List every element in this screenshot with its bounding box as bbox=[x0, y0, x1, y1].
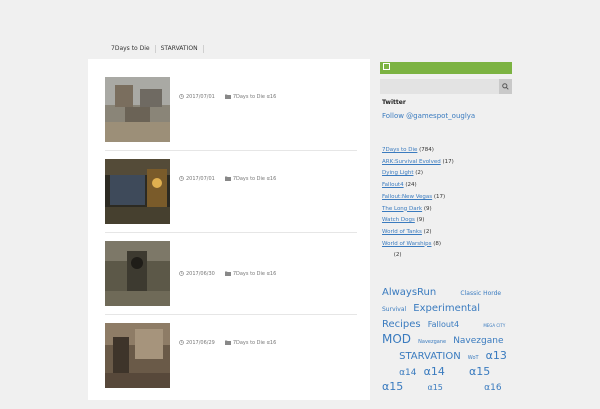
category-count: (2) bbox=[392, 252, 402, 259]
post-thumbnail[interactable] bbox=[105, 241, 170, 306]
divider bbox=[105, 232, 357, 233]
post-title[interactable] bbox=[179, 242, 357, 255]
category-item: (2) bbox=[382, 252, 402, 258]
post-thumbnail[interactable] bbox=[105, 77, 170, 142]
tag-link[interactable]: α14 bbox=[424, 365, 445, 378]
category-item: World of Tanks (2) bbox=[382, 229, 431, 235]
tag-link[interactable]: α15 bbox=[469, 365, 490, 378]
tags-heading bbox=[382, 272, 390, 279]
search-button[interactable] bbox=[499, 79, 512, 94]
category-count: (17) bbox=[432, 193, 446, 200]
post-item: 2017/06/30 7Days to Die α16 bbox=[105, 241, 357, 315]
post-excerpt bbox=[179, 280, 357, 286]
tag-link[interactable]: α14 bbox=[399, 368, 416, 378]
tag-link[interactable]: Experimental bbox=[413, 303, 480, 314]
category-item: Dying Light (2) bbox=[382, 170, 423, 176]
category-item: Watch Dogs (9) bbox=[382, 217, 424, 223]
post-item: 2017/07/01 7Days to Die α16 bbox=[105, 159, 357, 233]
category-item: Fallout:New Vegas (17) bbox=[382, 194, 445, 200]
post-date: 2017/07/01 bbox=[186, 176, 215, 182]
post-list: 2017/07/01 7Days to Die α16 2017/07/01 7Da… bbox=[88, 59, 370, 400]
post-item: 2017/07/01 7Days to Die α16 bbox=[105, 77, 357, 151]
category-count: (2) bbox=[413, 170, 424, 177]
post-date: 2017/07/01 bbox=[186, 94, 215, 100]
folder-icon bbox=[224, 94, 231, 99]
post-category[interactable]: 7Days to Die α16 bbox=[233, 176, 276, 182]
clock-icon bbox=[179, 340, 184, 345]
post-date: 2017/06/30 bbox=[186, 271, 215, 277]
widget-icon bbox=[383, 63, 390, 70]
search-widget-heading bbox=[380, 62, 512, 74]
post-excerpt bbox=[179, 103, 357, 109]
tag-link[interactable]: STARVATION bbox=[399, 351, 461, 362]
category-link[interactable]: 7Days to Die bbox=[382, 147, 417, 153]
category-link[interactable]: The Long Dark bbox=[382, 206, 422, 212]
categories-heading bbox=[382, 131, 390, 138]
divider bbox=[105, 314, 357, 315]
tag-link[interactable]: Navezgane bbox=[418, 339, 446, 345]
category-link[interactable]: Watch Dogs bbox=[382, 217, 415, 223]
folder-icon bbox=[224, 340, 231, 345]
clock-icon bbox=[179, 271, 184, 276]
category-item: The Long Dark (9) bbox=[382, 206, 432, 212]
post-category[interactable]: 7Days to Die α16 bbox=[233, 94, 276, 100]
category-count: (9) bbox=[414, 217, 425, 224]
search-icon bbox=[502, 83, 509, 90]
category-link[interactable]: Fallout4 bbox=[382, 182, 404, 188]
category-count: (8) bbox=[431, 240, 442, 247]
category-count: (17) bbox=[440, 158, 454, 165]
category-count: (24) bbox=[403, 182, 417, 189]
twitter-heading: Twitter bbox=[382, 99, 406, 106]
category-link[interactable]: World of Warships bbox=[382, 241, 432, 247]
main-nav: 7Days to Die STARVATION bbox=[88, 42, 512, 55]
category-item: Fallout4 (24) bbox=[382, 182, 417, 188]
post-thumbnail[interactable] bbox=[105, 323, 170, 388]
tag-link[interactable]: MOD bbox=[382, 332, 411, 346]
nav-item-7days[interactable]: 7Days to Die bbox=[106, 44, 156, 53]
category-item: 7Days to Die (784) bbox=[382, 147, 434, 153]
post-item: 2017/06/29 7Days to Die α16 bbox=[105, 323, 357, 389]
tag-link[interactable]: AlwaysRun bbox=[382, 287, 436, 298]
tag-link[interactable]: Survival bbox=[382, 306, 406, 313]
tag-link[interactable]: WoT bbox=[468, 355, 479, 361]
post-excerpt bbox=[179, 349, 357, 355]
category-item: World of Warships (8) bbox=[382, 241, 441, 247]
post-title[interactable] bbox=[179, 324, 357, 337]
tag-link[interactable]: Recipes bbox=[382, 319, 421, 330]
post-category[interactable]: 7Days to Die α16 bbox=[233, 271, 276, 277]
tag-link[interactable]: α16 bbox=[484, 383, 501, 393]
post-thumbnail[interactable] bbox=[105, 159, 170, 224]
category-link[interactable]: ARK:Survival Evolved bbox=[382, 159, 441, 165]
tag-link[interactable]: α15 bbox=[382, 380, 403, 393]
tag-link[interactable]: Fallout4 bbox=[428, 320, 459, 329]
tag-link[interactable]: α15 bbox=[427, 383, 442, 392]
tag-cloud: AlwaysRun Classic Horde Survival Experim… bbox=[382, 284, 514, 406]
category-item: ARK:Survival Evolved (17) bbox=[382, 159, 454, 165]
category-link[interactable]: World of Tanks bbox=[382, 229, 422, 235]
clock-icon bbox=[179, 94, 184, 99]
folder-icon bbox=[224, 176, 231, 181]
post-title[interactable] bbox=[179, 78, 357, 91]
folder-icon bbox=[224, 271, 231, 276]
nav-item-starvation[interactable]: STARVATION bbox=[156, 44, 204, 53]
tag-link[interactable]: Classic Horde bbox=[460, 290, 501, 297]
category-link[interactable]: Dying Light bbox=[382, 170, 413, 176]
divider bbox=[105, 150, 357, 151]
clock-icon bbox=[179, 176, 184, 181]
post-excerpt bbox=[179, 185, 357, 191]
post-category[interactable]: 7Days to Die α16 bbox=[233, 340, 276, 346]
category-count: (784) bbox=[417, 147, 434, 153]
category-count: (9) bbox=[422, 205, 432, 212]
search-input[interactable] bbox=[380, 79, 512, 94]
category-link[interactable]: Fallout:New Vegas bbox=[382, 194, 432, 200]
tag-link[interactable]: MEGA CITY bbox=[483, 323, 505, 328]
tag-link[interactable]: α13 bbox=[486, 349, 507, 362]
twitter-follow-link[interactable]: Follow @gamespot_ouglya bbox=[382, 112, 475, 120]
post-date: 2017/06/29 bbox=[186, 340, 215, 346]
category-count: (2) bbox=[421, 228, 432, 235]
tag-link[interactable]: Navezgane bbox=[453, 336, 503, 346]
post-title[interactable] bbox=[179, 160, 357, 173]
